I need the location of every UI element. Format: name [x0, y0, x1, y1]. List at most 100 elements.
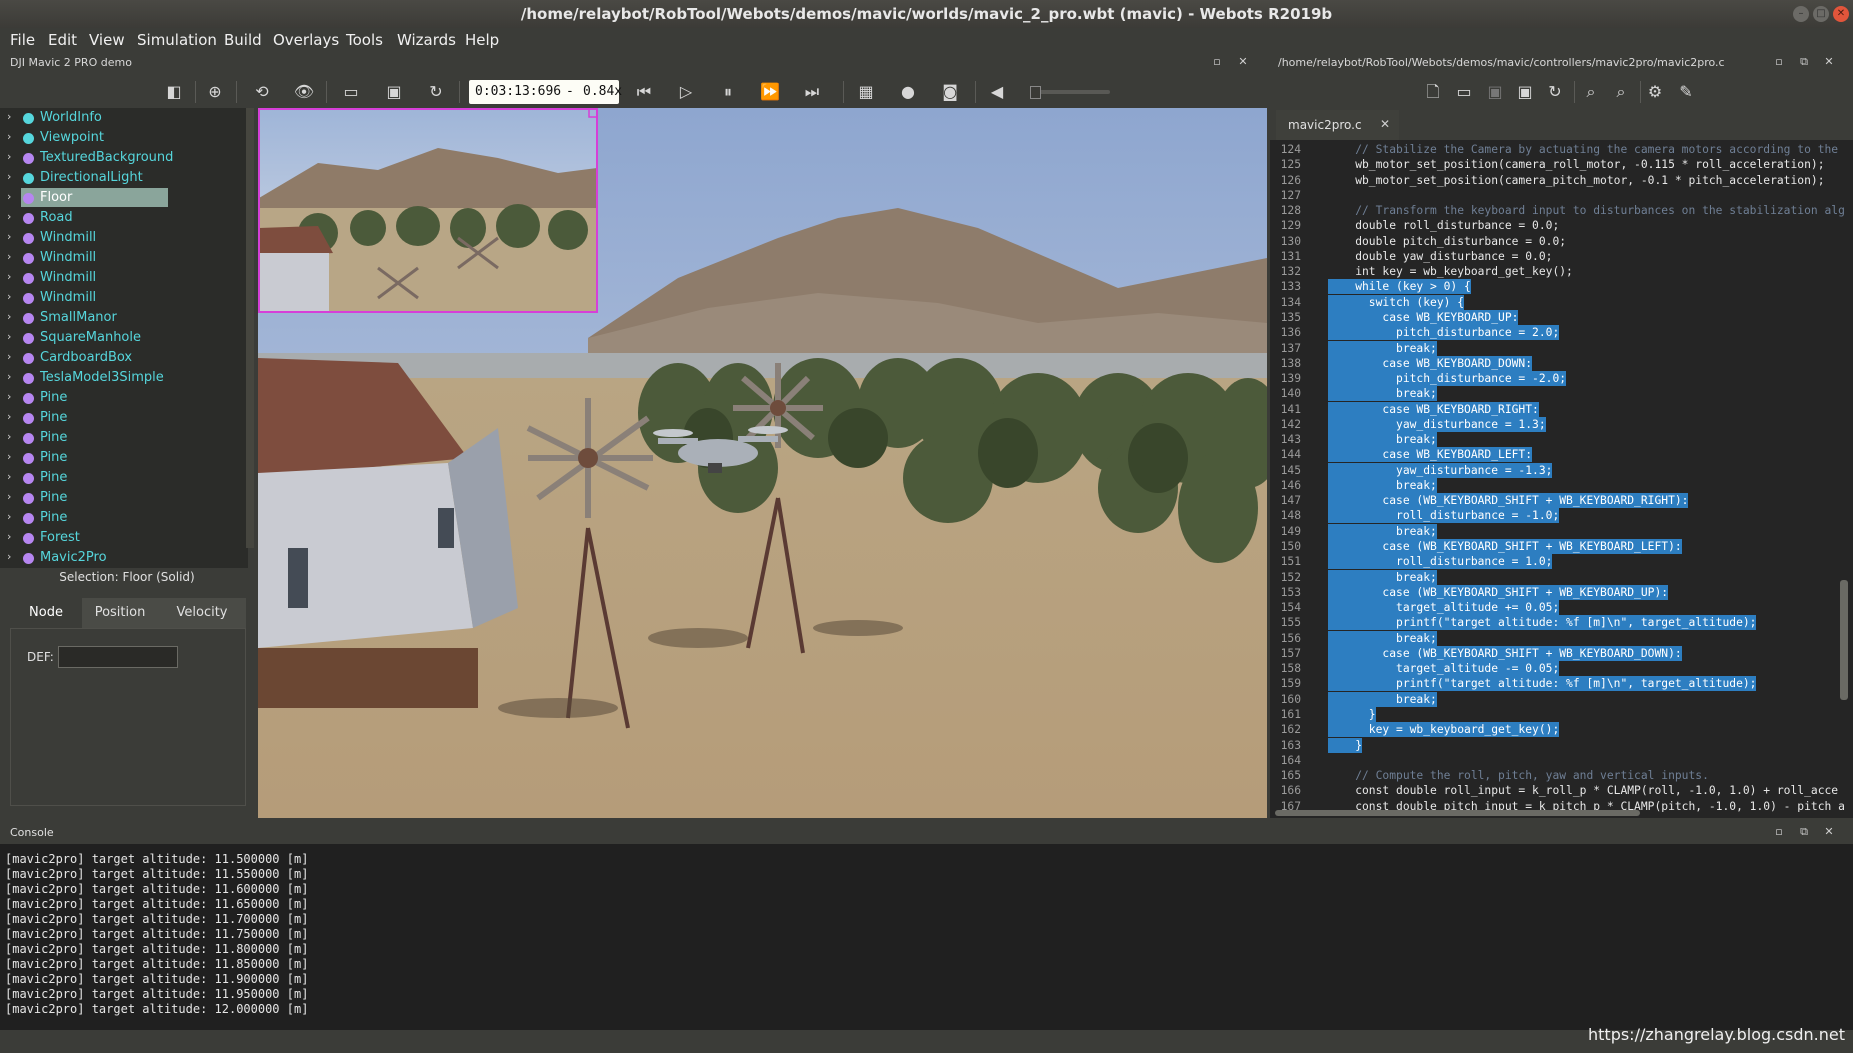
code-line[interactable]: 160 break; — [1270, 691, 1853, 707]
expand-arrow-icon[interactable]: › — [7, 410, 11, 423]
expand-arrow-icon[interactable]: › — [7, 210, 11, 223]
code-line[interactable]: 131 double yaw_disturbance = 0.0; — [1270, 249, 1853, 264]
console-close-icon[interactable]: ✕ — [1824, 826, 1834, 837]
code-line[interactable]: 144 case WB_KEYBOARD_LEFT: — [1270, 447, 1853, 463]
code-line[interactable]: 146 break; — [1270, 477, 1853, 493]
mute-icon[interactable]: ◀ — [986, 81, 1008, 103]
expand-arrow-icon[interactable]: › — [7, 390, 11, 403]
save-all-icon[interactable]: ▣ — [1514, 81, 1536, 103]
code-line[interactable]: 162 key = wb_keyboard_get_key(); — [1270, 722, 1853, 738]
revert-icon[interactable]: ↻ — [1544, 81, 1566, 103]
menu-file[interactable]: File — [10, 31, 35, 49]
screenshot-icon[interactable]: ◙ — [939, 81, 961, 103]
scene-tree-scrollbar[interactable] — [246, 108, 254, 548]
tree-item[interactable]: › Windmill — [0, 268, 248, 288]
tree-item[interactable]: › Viewpoint — [0, 128, 248, 148]
code-line[interactable]: 150 case (WB_KEYBOARD_SHIFT + WB_KEYBOAR… — [1270, 539, 1853, 555]
panel-float-icon[interactable]: ▫ — [1212, 56, 1222, 67]
fast-forward-icon[interactable]: ⏩ — [759, 81, 781, 103]
code-line[interactable]: 140 break; — [1270, 386, 1853, 402]
expand-arrow-icon[interactable]: › — [7, 130, 11, 143]
code-line[interactable]: 142 yaw_disturbance = 1.3; — [1270, 416, 1853, 432]
code-line[interactable]: 125 wb_motor_set_position(camera_roll_mo… — [1270, 157, 1853, 172]
expand-arrow-icon[interactable]: › — [7, 190, 11, 203]
code-line[interactable]: 158 target_altitude -= 0.05; — [1270, 661, 1853, 677]
save-world-icon[interactable]: ▣ — [383, 81, 405, 103]
reload-world-icon[interactable]: ↻ — [425, 81, 447, 103]
tree-item[interactable]: › Floor — [0, 188, 248, 208]
def-input[interactable] — [58, 646, 178, 668]
find-icon[interactable]: ⌕ — [1580, 81, 1602, 103]
code-line[interactable]: 155 printf("target altitude: %f [m]\n", … — [1270, 615, 1853, 631]
tree-item[interactable]: › Pine — [0, 448, 248, 468]
console-float-icon[interactable]: ⧉ — [1799, 826, 1809, 837]
code-line[interactable]: 164 — [1270, 753, 1853, 768]
code-line[interactable]: 132 int key = wb_keyboard_get_key(); — [1270, 264, 1853, 279]
toggle-scene-tree-icon[interactable]: ◧ — [163, 81, 185, 103]
scene-tree[interactable]: › WorldInfo › Viewpoint › TexturedBackground ›… — [0, 108, 248, 568]
expand-arrow-icon[interactable]: › — [7, 550, 11, 563]
code-area[interactable]: 124 // Stabilize the Camera by actuating… — [1270, 142, 1853, 812]
menu-help[interactable]: Help — [465, 31, 499, 49]
code-line[interactable]: 153 case (WB_KEYBOARD_SHIFT + WB_KEYBOAR… — [1270, 584, 1853, 600]
expand-arrow-icon[interactable]: › — [7, 250, 11, 263]
code-line[interactable]: 127 — [1270, 188, 1853, 203]
code-line[interactable]: 147 case (WB_KEYBOARD_SHIFT + WB_KEYBOAR… — [1270, 493, 1853, 509]
code-line[interactable]: 156 break; — [1270, 630, 1853, 646]
pause-icon[interactable]: ⏸ — [717, 81, 739, 103]
code-line[interactable]: 163 } — [1270, 737, 1853, 753]
code-line[interactable]: 134 switch (key) { — [1270, 294, 1853, 310]
menu-edit[interactable]: Edit — [48, 31, 77, 49]
editor-panel-float-icon[interactable]: ⧉ — [1799, 56, 1809, 67]
expand-arrow-icon[interactable]: › — [7, 310, 11, 323]
tree-item[interactable]: › Windmill — [0, 288, 248, 308]
record-movie-icon[interactable]: ▦ — [855, 81, 877, 103]
3d-viewport[interactable] — [258, 108, 1267, 818]
menu-overlays[interactable]: Overlays — [273, 31, 339, 49]
tree-item[interactable]: › CardboardBox — [0, 348, 248, 368]
console-output[interactable]: [mavic2pro] target altitude: 11.500000 [… — [0, 844, 1853, 1030]
replace-icon[interactable]: ⌕ — [1610, 81, 1632, 103]
new-file-icon[interactable]: 🗋 — [1422, 81, 1444, 103]
tree-item[interactable]: › Pine — [0, 428, 248, 448]
reset-view-icon[interactable]: ⟲ — [251, 81, 273, 103]
expand-arrow-icon[interactable]: › — [7, 370, 11, 383]
code-line[interactable]: 151 roll_disturbance = 1.0; — [1270, 554, 1853, 570]
editor-panel-close-icon[interactable]: ✕ — [1824, 56, 1834, 67]
tree-item[interactable]: › Pine — [0, 408, 248, 428]
code-line[interactable]: 159 printf("target altitude: %f [m]\n", … — [1270, 676, 1853, 692]
code-line[interactable]: 126 wb_motor_set_position(camera_pitch_m… — [1270, 173, 1853, 188]
expand-arrow-icon[interactable]: › — [7, 530, 11, 543]
maximize-icon[interactable]: □ — [1813, 6, 1829, 22]
volume-slider-handle[interactable] — [1030, 86, 1041, 99]
menu-view[interactable]: View — [89, 31, 125, 49]
code-line[interactable]: 129 double roll_disturbance = 0.0; — [1270, 218, 1853, 233]
tab-position[interactable]: Position — [82, 598, 158, 628]
code-line[interactable]: 138 case WB_KEYBOARD_DOWN: — [1270, 355, 1853, 371]
editor-tab[interactable]: mavic2pro.c ✕ — [1276, 110, 1399, 140]
code-line[interactable]: 128 // Transform the keyboard input to d… — [1270, 203, 1853, 218]
fastest-icon[interactable]: ⏭ — [801, 81, 823, 103]
code-line[interactable]: 166 const double roll_input = k_roll_p *… — [1270, 783, 1853, 798]
expand-arrow-icon[interactable]: › — [7, 110, 11, 123]
record-animation-icon[interactable]: ● — [897, 81, 919, 103]
expand-arrow-icon[interactable]: › — [7, 150, 11, 163]
tree-item[interactable]: › Pine — [0, 388, 248, 408]
code-line[interactable]: 136 pitch_disturbance = 2.0; — [1270, 325, 1853, 341]
close-tab-icon[interactable]: ✕ — [1380, 117, 1390, 131]
open-world-icon[interactable]: ▭ — [340, 81, 362, 103]
expand-arrow-icon[interactable]: › — [7, 490, 11, 503]
code-line[interactable]: 154 target_altitude += 0.05; — [1270, 600, 1853, 616]
save-icon[interactable]: ▣ — [1484, 81, 1506, 103]
code-line[interactable]: 145 yaw_disturbance = -1.3; — [1270, 462, 1853, 478]
3d-scene-render[interactable] — [258, 108, 1267, 818]
expand-arrow-icon[interactable]: › — [7, 170, 11, 183]
tree-item[interactable]: › Forest — [0, 528, 248, 548]
volume-slider[interactable] — [1030, 90, 1110, 94]
step-icon[interactable]: ▷ — [675, 81, 697, 103]
expand-arrow-icon[interactable]: › — [7, 470, 11, 483]
tree-item[interactable]: › DirectionalLight — [0, 168, 248, 188]
add-node-icon[interactable]: ⊕ — [204, 81, 226, 103]
code-line[interactable]: 124 // Stabilize the Camera by actuating… — [1270, 142, 1853, 157]
expand-arrow-icon[interactable]: › — [7, 330, 11, 343]
